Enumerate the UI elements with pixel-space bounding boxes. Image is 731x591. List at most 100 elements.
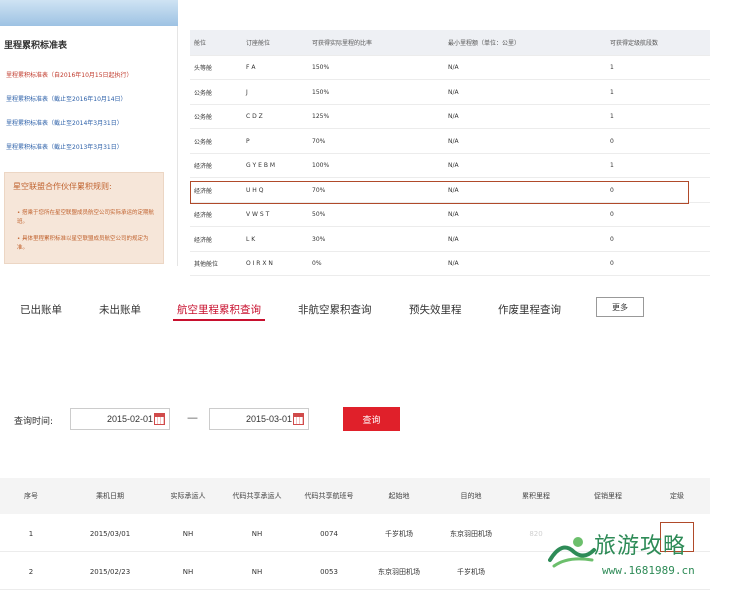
partner-rules-box: 星空联盟合作伙伴累积规则: • 搭乘于您所在星空联盟成员航空公司实际承运的定期航… bbox=[4, 172, 164, 264]
fare-cell-mileage-rate: 70% bbox=[312, 137, 326, 145]
result-cell-index: 1 bbox=[28, 529, 34, 538]
fare-table-row: 经济舱 V W S T 50% N/A 0 bbox=[190, 203, 710, 227]
screenshot-root: 里程累积标准表 里程累积标准表（自2016年10月15日起执行） 里程累积标准表… bbox=[0, 0, 731, 591]
fare-cell-cabin: 头等舱 bbox=[194, 65, 213, 72]
travel-logo-icon bbox=[548, 537, 596, 568]
standard-link-current[interactable]: 里程累积标准表（自2016年10月15日起执行） bbox=[6, 70, 133, 79]
tab-expiring-mileage[interactable]: 预失效里程 bbox=[409, 302, 462, 317]
fare-header-segments: 可获得定级航段数 bbox=[610, 40, 659, 47]
fare-row-highlight bbox=[190, 181, 689, 204]
result-cell-codeshare-flight: 0053 bbox=[320, 567, 338, 576]
fare-cell-cabin: 公务舱 bbox=[194, 114, 213, 121]
fare-cell-cabin: 其他舱位 bbox=[194, 261, 219, 268]
tab-air-mileage-query[interactable]: 航空里程累积查询 bbox=[177, 302, 261, 317]
watermark: 旅游攻略 www.1681989.cn bbox=[548, 528, 728, 588]
fare-cell-mileage-rate: 50% bbox=[312, 211, 326, 218]
fare-table-row: 公务舱 C D Z 125% N/A 1 bbox=[190, 105, 710, 129]
fare-cell-booking-class: J bbox=[246, 88, 248, 96]
fare-cell-min-mileage: N/A bbox=[448, 64, 459, 71]
fare-cell-min-mileage: N/A bbox=[448, 113, 459, 120]
result-header-promo-miles: 促销里程 bbox=[594, 492, 622, 500]
watermark-text: 旅游攻略 bbox=[594, 534, 687, 559]
fare-header-booking-class: 订座舱位 bbox=[246, 40, 271, 47]
tab-billed[interactable]: 已出账单 bbox=[20, 302, 62, 317]
calendar-icon[interactable] bbox=[293, 413, 304, 425]
fare-cell-cabin: 经济舱 bbox=[194, 212, 213, 219]
header-banner bbox=[0, 0, 178, 26]
query-time-label: 查询时间: bbox=[14, 417, 54, 427]
fare-cell-mileage-rate: 30% bbox=[312, 235, 326, 243]
tab-voided-mileage[interactable]: 作废里程查询 bbox=[498, 302, 561, 317]
fare-header-cabin: 舱位 bbox=[194, 40, 207, 47]
tab-unbilled[interactable]: 未出账单 bbox=[99, 302, 141, 317]
calendar-icon[interactable] bbox=[154, 413, 165, 425]
fare-cell-booking-class: G Y E B M bbox=[246, 162, 276, 169]
fare-cell-booking-class: V W S T bbox=[246, 211, 270, 218]
standard-link-2016[interactable]: 里程累积标准表（截止至2016年10月14日） bbox=[6, 94, 127, 103]
fare-cell-segments: 0 bbox=[610, 211, 614, 218]
query-button[interactable]: 查询 bbox=[343, 407, 400, 431]
fare-cell-segments: 0 bbox=[610, 137, 614, 145]
fare-cell-cabin: 公务舱 bbox=[194, 138, 213, 146]
tab-non-air-query[interactable]: 非航空累积查询 bbox=[298, 302, 372, 317]
fare-cell-segments: 1 bbox=[610, 162, 614, 169]
result-cell-codeshare-flight: 0074 bbox=[320, 529, 338, 538]
fare-cell-min-mileage: N/A bbox=[448, 137, 459, 145]
result-header-flight-date: 乘机日期 bbox=[96, 492, 124, 500]
fare-table-row: 公务舱 J 150% N/A 1 bbox=[190, 81, 710, 105]
fare-cell-cabin: 经济舱 bbox=[194, 236, 213, 244]
partner-rule-note-1: • 搭乘于您所在星空联盟成员航空公司实际承运的定期航班。 bbox=[17, 210, 154, 225]
fare-table-row: 公务舱 P 70% N/A 0 bbox=[190, 130, 710, 154]
fare-cell-booking-class: C D Z bbox=[246, 113, 263, 120]
result-cell-index: 2 bbox=[28, 567, 34, 576]
watermark-url: www.1681989.cn bbox=[602, 564, 695, 577]
fare-cell-booking-class: F A bbox=[246, 64, 256, 71]
active-tab-underline bbox=[173, 319, 265, 321]
fare-table-header: 舱位 订座舱位 可获得实际里程的比率 最小里程额（单位：公里） 可获得定级航段数 bbox=[190, 30, 710, 56]
end-date-input[interactable] bbox=[218, 414, 292, 424]
result-cell-codeshare-carrier: NH bbox=[251, 567, 263, 576]
fare-table-row: 经济舱 L K 30% N/A 0 bbox=[190, 228, 710, 252]
fare-cell-booking-class: L K bbox=[246, 235, 256, 243]
fare-cell-min-mileage: N/A bbox=[448, 235, 459, 243]
start-date-field[interactable] bbox=[70, 408, 170, 430]
result-header-accrued-miles: 累积里程 bbox=[522, 492, 550, 500]
standard-link-2013[interactable]: 里程累积标准表（截止至2013年3月31日） bbox=[6, 142, 123, 151]
result-header-index: 序号 bbox=[24, 492, 38, 500]
result-header-origin: 起始地 bbox=[388, 492, 410, 500]
fare-cell-mileage-rate: 150% bbox=[312, 64, 330, 71]
fare-cell-mileage-rate: 150% bbox=[312, 88, 330, 96]
fare-cell-min-mileage: N/A bbox=[448, 88, 459, 96]
result-header-codeshare-flight: 代码共享航班号 bbox=[304, 492, 354, 500]
fare-cell-cabin: 经济舱 bbox=[194, 163, 213, 170]
fare-cell-min-mileage: N/A bbox=[448, 260, 459, 267]
fare-cell-mileage-rate: 125% bbox=[312, 113, 330, 120]
fare-cell-segments: 1 bbox=[610, 88, 614, 96]
fare-header-min-mileage: 最小里程额（单位：公里） bbox=[448, 40, 521, 47]
result-header-codeshare-carrier: 代码共享承运人 bbox=[232, 492, 282, 500]
result-cell-flight-date: 2015/03/01 bbox=[89, 529, 131, 538]
fare-table-row: 经济舱 G Y E B M 100% N/A 1 bbox=[190, 154, 710, 178]
left-panel: 里程累积标准表 里程累积标准表（自2016年10月15日起执行） 里程累积标准表… bbox=[0, 26, 178, 266]
result-header-destination: 目的地 bbox=[460, 492, 482, 500]
result-cell-carrier: NH bbox=[182, 567, 194, 576]
fare-cell-cabin: 公务舱 bbox=[194, 89, 213, 97]
date-range-dash: — bbox=[187, 411, 198, 424]
more-button[interactable]: 更多 bbox=[596, 297, 644, 317]
result-cell-origin: 千岁机场 bbox=[385, 529, 413, 538]
fare-cell-segments: 0 bbox=[610, 235, 614, 243]
end-date-field[interactable] bbox=[209, 408, 309, 430]
fare-cell-mileage-rate: 0% bbox=[312, 260, 322, 267]
fare-header-mileage-rate: 可获得实际里程的比率 bbox=[312, 40, 373, 47]
fare-cell-mileage-rate: 100% bbox=[312, 162, 330, 169]
start-date-input[interactable] bbox=[79, 414, 153, 424]
fare-cell-min-mileage: N/A bbox=[448, 162, 459, 169]
fare-cell-booking-class: O I R X N bbox=[246, 260, 273, 267]
fare-table-row: 其他舱位 O I R X N 0% N/A 0 bbox=[190, 252, 710, 276]
result-cell-codeshare-carrier: NH bbox=[251, 529, 263, 538]
standard-link-2014[interactable]: 里程累积标准表（截止至2014年3月31日） bbox=[6, 118, 123, 127]
fare-cell-segments: 1 bbox=[610, 64, 614, 71]
result-cell-destination: 东京羽田机场 bbox=[450, 529, 492, 538]
partner-rule-note-2: • 具体里程累积标准以星空联盟成员航空公司的规定为准。 bbox=[17, 236, 149, 251]
result-table-header: 序号 乘机日期 实际承运人 代码共享承运人 代码共享航班号 起始地 目的地 累积… bbox=[0, 478, 710, 514]
